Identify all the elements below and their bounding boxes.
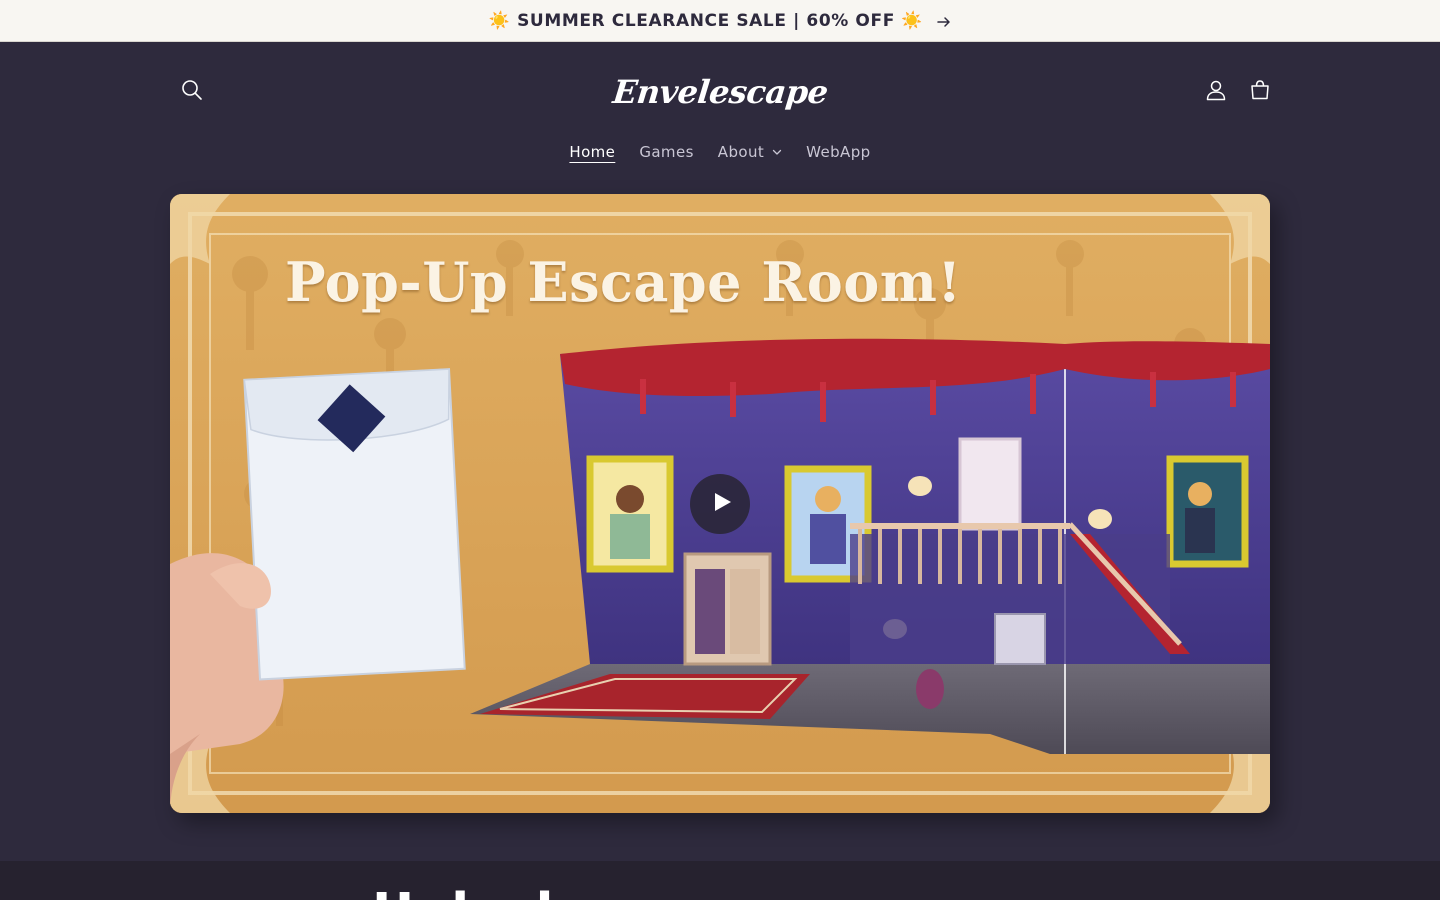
play-button[interactable] (690, 474, 750, 534)
announcement-text: ☀️ SUMMER CLEARANCE SALE | 60% OFF ☀️ (488, 10, 924, 31)
cart-button[interactable] (1238, 70, 1282, 114)
section-heading: Unlock ... (372, 883, 648, 900)
cart-icon (1249, 79, 1271, 105)
play-icon (707, 491, 733, 517)
site-logo[interactable]: Envelescape (611, 67, 830, 117)
arrow-right-icon (937, 14, 951, 28)
main-nav: Home Games About WebApp (0, 134, 1440, 170)
user-icon (1205, 79, 1227, 105)
nav-item-games[interactable]: Games (627, 137, 705, 167)
announcement-link[interactable]: ☀️ SUMMER CLEARANCE SALE | 60% OFF ☀️ (489, 11, 951, 31)
nav-item-label: WebApp (806, 143, 871, 161)
site-header: Envelescape Home Games About WebApp (0, 42, 1440, 172)
account-button[interactable] (1194, 70, 1238, 114)
nav-item-about[interactable]: About (706, 137, 794, 167)
nav-item-label: About (717, 143, 765, 161)
nav-item-webapp[interactable]: WebApp (794, 137, 882, 167)
hero-title: Pop-Up Escape Room! (285, 250, 962, 314)
nav-item-label: Games (639, 143, 694, 161)
search-button[interactable] (170, 70, 214, 114)
logo-text: Envelescape (610, 73, 830, 111)
search-icon (181, 79, 203, 105)
next-section: Unlock ... (0, 861, 1440, 900)
hero-video[interactable]: Pop-Up Escape Room! (170, 194, 1270, 813)
chevron-down-icon (772, 143, 782, 161)
nav-item-label: Home (569, 143, 616, 161)
nav-item-home[interactable]: Home (557, 137, 627, 167)
announcement-bar: ☀️ SUMMER CLEARANCE SALE | 60% OFF ☀️ (0, 0, 1440, 42)
